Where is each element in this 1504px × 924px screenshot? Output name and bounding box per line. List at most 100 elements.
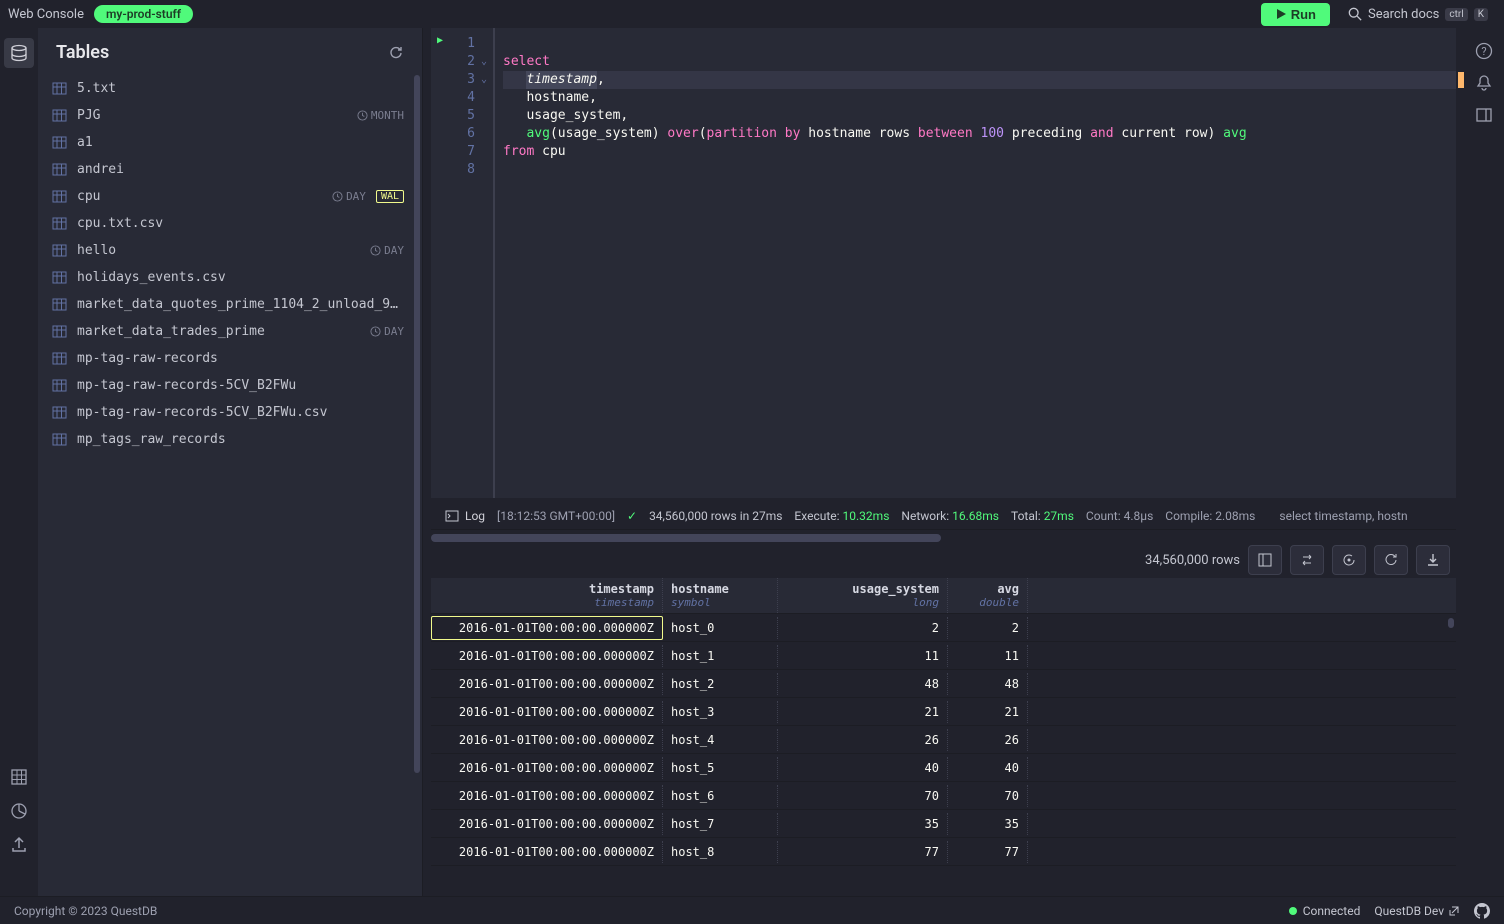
log-label[interactable]: Log [445, 509, 485, 523]
table-item[interactable]: mp_tags_raw_records [38, 426, 422, 453]
cell[interactable]: 48 [948, 673, 1028, 695]
run-button[interactable]: Run [1261, 3, 1330, 26]
chart-view-icon[interactable] [4, 796, 34, 826]
gutter-play: ▶ [431, 28, 451, 498]
cell[interactable]: 2016-01-01T00:00:00.000000Z [431, 645, 663, 667]
chevron-down-icon[interactable]: ⌄ [475, 71, 493, 89]
table-row[interactable]: 2016-01-01T00:00:00.000000Zhost_022 [431, 614, 1456, 642]
table-item[interactable]: hello DAY [38, 237, 422, 264]
download-button[interactable] [1416, 545, 1450, 575]
panel-icon[interactable] [1475, 106, 1493, 124]
chevron-down-icon[interactable]: ⌄ [475, 53, 493, 71]
cell[interactable]: 2016-01-01T00:00:00.000000Z [431, 757, 663, 779]
play-icon [1275, 8, 1287, 20]
cell[interactable]: 48 [778, 673, 948, 695]
cell[interactable]: host_3 [663, 701, 778, 723]
table-item[interactable]: cpu.txt.csv [38, 210, 422, 237]
table-item[interactable]: andrei [38, 156, 422, 183]
cell[interactable]: 35 [778, 813, 948, 835]
cell[interactable]: 77 [778, 841, 948, 863]
cell[interactable]: 2016-01-01T00:00:00.000000Z [431, 616, 663, 640]
hscroll-thumb[interactable] [431, 534, 941, 542]
table-row[interactable]: 2016-01-01T00:00:00.000000Zhost_42626 [431, 726, 1456, 754]
column-header[interactable]: avgdouble [948, 578, 1028, 613]
cell[interactable]: host_4 [663, 729, 778, 751]
cell[interactable]: host_5 [663, 757, 778, 779]
cell[interactable]: 11 [778, 645, 948, 667]
questdb-dev-link[interactable]: QuestDB Dev [1374, 904, 1460, 918]
cell[interactable]: 77 [948, 841, 1028, 863]
cell[interactable]: 21 [778, 701, 948, 723]
cell[interactable]: 26 [948, 729, 1028, 751]
grid-view-icon[interactable] [4, 762, 34, 792]
table-name: hello [77, 243, 360, 258]
column-header[interactable]: usage_systemlong [778, 578, 948, 613]
cell[interactable]: 2016-01-01T00:00:00.000000Z [431, 785, 663, 807]
cell[interactable]: 2016-01-01T00:00:00.000000Z [431, 701, 663, 723]
table-item[interactable]: mp-tag-raw-records [38, 345, 422, 372]
table-item[interactable]: holidays_events.csv [38, 264, 422, 291]
table-row[interactable]: 2016-01-01T00:00:00.000000Zhost_24848 [431, 670, 1456, 698]
table-item[interactable]: PJG MONTH [38, 102, 422, 129]
code-area[interactable]: select timestamp, hostname, usage_system… [493, 28, 1456, 498]
database-tab-icon[interactable] [4, 38, 34, 68]
cell[interactable]: 2016-01-01T00:00:00.000000Z [431, 813, 663, 835]
freeze-columns-button[interactable] [1248, 545, 1282, 575]
sql-editor[interactable]: ▶ 12345678 ⌄ ⌄ select timestamp, hostnam… [431, 28, 1456, 498]
table-item[interactable]: a1 [38, 129, 422, 156]
cell[interactable]: 21 [948, 701, 1028, 723]
partition-badge: DAY [370, 244, 404, 257]
table-item[interactable]: market_data_trades_prime DAY [38, 318, 422, 345]
cell[interactable]: host_2 [663, 673, 778, 695]
column-header[interactable]: timestamptimestamp [431, 578, 663, 613]
export-icon[interactable] [4, 830, 34, 860]
cell[interactable]: 35 [948, 813, 1028, 835]
status-hscroll[interactable] [431, 534, 1456, 542]
cell[interactable]: 70 [948, 785, 1028, 807]
editor-warning-marker [1458, 72, 1464, 88]
table-row[interactable]: 2016-01-01T00:00:00.000000Zhost_54040 [431, 754, 1456, 782]
cell[interactable]: host_0 [663, 617, 778, 639]
scrollbar-thumb[interactable] [414, 75, 420, 773]
cell[interactable]: 2 [778, 617, 948, 639]
cell[interactable]: 26 [778, 729, 948, 751]
results-grid[interactable]: timestamptimestamphostnamesymbolusage_sy… [431, 578, 1456, 896]
cell[interactable]: host_8 [663, 841, 778, 863]
results-vscroll-thumb[interactable] [1448, 618, 1454, 628]
cell[interactable]: 2016-01-01T00:00:00.000000Z [431, 841, 663, 863]
cell[interactable]: 2016-01-01T00:00:00.000000Z [431, 729, 663, 751]
reset-button[interactable] [1332, 545, 1366, 575]
search-docs-button[interactable]: Search docs ctrl K [1340, 3, 1496, 26]
cell[interactable]: 40 [778, 757, 948, 779]
cell[interactable]: host_6 [663, 785, 778, 807]
column-header[interactable]: hostnamesymbol [663, 578, 778, 613]
github-link[interactable] [1474, 903, 1490, 919]
refresh-icon[interactable] [388, 45, 404, 61]
play-icon[interactable]: ▶ [437, 35, 451, 46]
cell[interactable]: host_7 [663, 813, 778, 835]
table-item[interactable]: cpu DAYWAL [38, 183, 422, 210]
status-bar: Log [18:12:53 GMT+00:00] ✓ 34,560,000 ro… [431, 502, 1456, 530]
table-item[interactable]: market_data_quotes_prime_1104_2_unload_9… [38, 291, 422, 318]
help-icon[interactable]: ? [1475, 42, 1493, 60]
table-row[interactable]: 2016-01-01T00:00:00.000000Zhost_73535 [431, 810, 1456, 838]
table-list[interactable]: 5.txtPJG MONTHa1andreicpu DAYWALcpu.txt.… [38, 75, 422, 896]
table-row[interactable]: 2016-01-01T00:00:00.000000Zhost_32121 [431, 698, 1456, 726]
toggle-layout-button[interactable] [1290, 545, 1324, 575]
table-row[interactable]: 2016-01-01T00:00:00.000000Zhost_11111 [431, 642, 1456, 670]
table-row[interactable]: 2016-01-01T00:00:00.000000Zhost_67070 [431, 782, 1456, 810]
notifications-icon[interactable] [1475, 74, 1493, 92]
cell[interactable]: 70 [778, 785, 948, 807]
cell[interactable]: 2016-01-01T00:00:00.000000Z [431, 673, 663, 695]
refresh-results-button[interactable] [1374, 545, 1408, 575]
table-item[interactable]: mp-tag-raw-records-5CV_B2FWu.csv [38, 399, 422, 426]
cell[interactable]: 11 [948, 645, 1028, 667]
table-row[interactable]: 2016-01-01T00:00:00.000000Zhost_87777 [431, 838, 1456, 866]
cell[interactable]: 40 [948, 757, 1028, 779]
table-item[interactable]: mp-tag-raw-records-5CV_B2FWu [38, 372, 422, 399]
cell[interactable]: 2 [948, 617, 1028, 639]
env-badge[interactable]: my-prod-stuff [94, 5, 193, 23]
cell[interactable]: host_1 [663, 645, 778, 667]
status-count: Count: 4.8µs [1086, 509, 1153, 523]
table-item[interactable]: 5.txt [38, 75, 422, 102]
